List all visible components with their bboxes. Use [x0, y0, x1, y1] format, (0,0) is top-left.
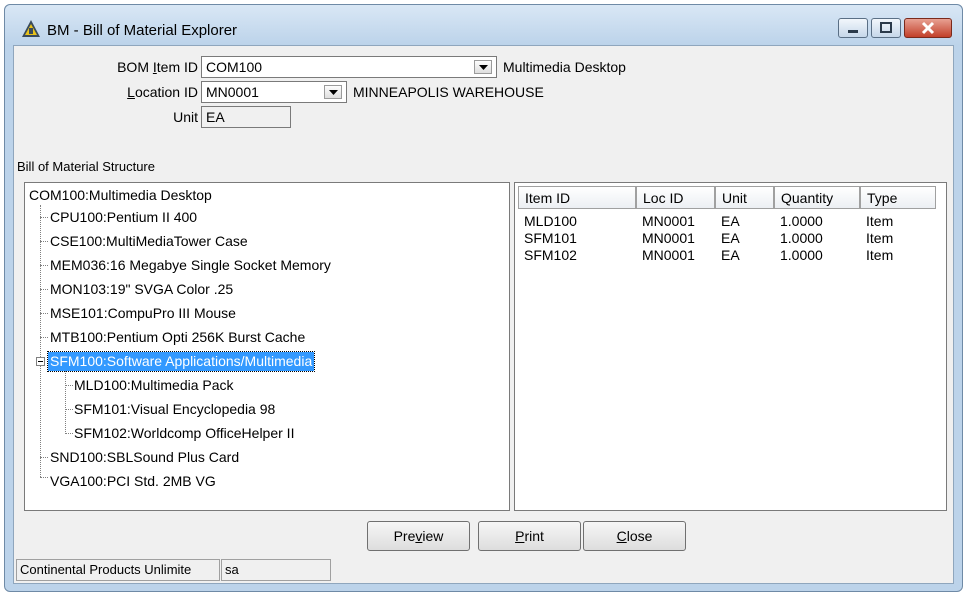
cell-item-id: SFM102 — [524, 247, 577, 263]
maximize-icon — [880, 22, 892, 33]
tree-node-selected[interactable]: SFM100:Software Applications/Multimedia — [46, 351, 316, 372]
window-title: BM - Bill of Material Explorer — [47, 22, 238, 39]
tree-branch — [40, 313, 48, 314]
cell-loc-id: MN0001 — [642, 247, 695, 263]
tree-node[interactable]: CSE100:MultiMediaTower Case — [48, 232, 250, 251]
unit-label: Unit — [173, 109, 198, 125]
unit-field: EA — [201, 106, 291, 128]
preview-button[interactable]: Preview — [367, 521, 470, 551]
column-header-quantity[interactable]: Quantity — [774, 186, 860, 209]
column-header-loc-id[interactable]: Loc ID — [636, 186, 715, 209]
cell-type: Item — [866, 230, 894, 246]
minimize-button[interactable] — [838, 18, 868, 38]
tree-branch — [40, 337, 48, 338]
location-description: MINNEAPOLIS WAREHOUSE — [353, 84, 544, 100]
client-area: BOM Item ID COM100 Multimedia Desktop Lo… — [13, 45, 954, 584]
tree-node[interactable]: SND100:SBLSound Plus Card — [48, 448, 241, 467]
status-user: sa — [221, 559, 331, 581]
cell-loc-id: MN0001 — [642, 230, 695, 246]
cell-unit: EA — [721, 230, 740, 246]
tree-node[interactable]: MEM036:16 Megabye Single Socket Memory — [48, 256, 333, 275]
tree-branch — [40, 289, 48, 290]
tree-node[interactable]: MON103:19" SVGA Color .25 — [48, 280, 235, 299]
close-icon — [921, 21, 935, 35]
tree-branch — [40, 241, 48, 242]
location-id-label: Location ID — [127, 84, 198, 100]
main-window: BM - Bill of Material Explorer BOM Item … — [4, 4, 963, 592]
tree-node[interactable]: VGA100:PCI Std. 2MB VG — [48, 472, 218, 491]
tree-connector — [65, 366, 66, 432]
tree-node[interactable]: MSE101:CompuPro III Mouse — [48, 304, 238, 323]
bom-item-id-value: COM100 — [206, 59, 263, 75]
chevron-down-icon — [479, 65, 488, 70]
cell-loc-id: MN0001 — [642, 213, 695, 229]
cell-quantity: 1.0000 — [780, 247, 823, 263]
cell-type: Item — [866, 247, 894, 263]
tree-child-node[interactable]: SFM101:Visual Encyclopedia 98 — [72, 400, 277, 419]
column-header-unit[interactable]: Unit — [715, 186, 774, 209]
bom-structure-label: Bill of Material Structure — [17, 159, 155, 174]
tree-connector — [40, 205, 41, 477]
cell-unit: EA — [721, 213, 740, 229]
column-header-item-id[interactable]: Item ID — [518, 186, 636, 209]
bom-item-description: Multimedia Desktop — [503, 59, 626, 75]
tree-branch — [40, 217, 48, 218]
bom-tree-view[interactable]: COM100:Multimedia Desktop CPU100:Pentium… — [24, 182, 510, 511]
minimize-icon — [848, 30, 858, 33]
cell-quantity: 1.0000 — [780, 213, 823, 229]
cell-type: Item — [866, 213, 894, 229]
bom-item-id-combobox[interactable]: COM100 — [201, 56, 497, 78]
close-window-button[interactable] — [904, 18, 952, 38]
print-button[interactable]: Print — [478, 521, 581, 551]
column-header-type[interactable]: Type — [860, 186, 936, 209]
tree-root-node[interactable]: COM100:Multimedia Desktop — [27, 186, 214, 205]
bom-app-icon — [22, 20, 40, 37]
maximize-button[interactable] — [871, 18, 901, 38]
close-button[interactable]: Close — [583, 521, 686, 551]
tree-child-node[interactable]: SFM102:Worldcomp OfficeHelper II — [72, 424, 296, 443]
cell-unit: EA — [721, 247, 740, 263]
tree-node[interactable]: MTB100:Pentium Opti 256K Burst Cache — [48, 328, 307, 347]
tree-collapse-toggle[interactable] — [36, 357, 45, 366]
tree-branch — [40, 265, 48, 266]
tree-branch — [40, 457, 48, 458]
tree-branch — [40, 477, 48, 478]
cell-quantity: 1.0000 — [780, 230, 823, 246]
tree-node[interactable]: CPU100:Pentium II 400 — [48, 208, 199, 227]
location-id-value: MN0001 — [206, 84, 259, 100]
cell-item-id: MLD100 — [524, 213, 577, 229]
cell-item-id: SFM101 — [524, 230, 577, 246]
location-dropdown-button[interactable] — [324, 85, 342, 99]
bom-item-dropdown-button[interactable] — [474, 60, 492, 74]
location-id-combobox[interactable]: MN0001 — [201, 81, 347, 103]
bom-item-id-label: BOM Item ID — [117, 59, 198, 75]
component-list-view[interactable]: Item ID Loc ID Unit Quantity Type MLD100… — [514, 182, 947, 511]
title-bar[interactable]: BM - Bill of Material Explorer — [5, 5, 962, 45]
chevron-down-icon — [329, 90, 338, 95]
status-company: Continental Products Unlimite — [16, 559, 220, 581]
tree-child-node[interactable]: MLD100:Multimedia Pack — [72, 376, 236, 395]
